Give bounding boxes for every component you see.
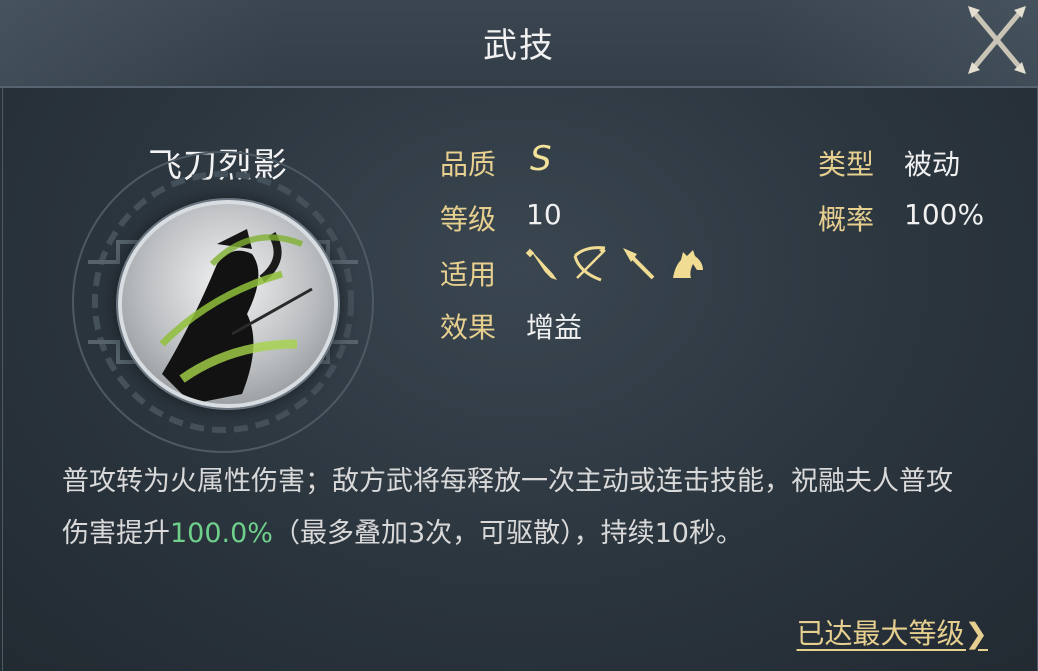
header-bar: 武技	[0, 0, 1038, 88]
max-level-link[interactable]: 已达最大等级❯	[797, 612, 988, 652]
chance-label: 概率	[818, 203, 875, 236]
quality-label: 品质	[440, 148, 497, 181]
effect-value: 增益	[526, 311, 583, 344]
skill-description: 普攻转为火属性伤害；敌方武将每释放一次主动或连击技能，祝融夫人普攻伤害提升100…	[62, 456, 962, 560]
horse-icon	[673, 250, 703, 278]
description-text-2: （最多叠加3次，可驱散），持续10秒。	[272, 518, 743, 549]
level-value: 10	[526, 198, 562, 231]
chance-value: 100%	[904, 198, 985, 231]
spear-icon	[623, 248, 655, 280]
effect-label: 效果	[440, 311, 497, 344]
skill-portrait-icon	[159, 229, 313, 404]
type-value: 被动	[904, 148, 961, 181]
applicable-icons	[523, 244, 707, 284]
description-highlight: 100.0%	[170, 518, 273, 549]
level-label: 等级	[440, 203, 497, 236]
bow-icon	[573, 246, 606, 282]
skill-icon-frame	[118, 200, 338, 408]
type-label: 类型	[818, 148, 875, 181]
applicable-label: 适用	[440, 258, 497, 291]
sword-icon	[525, 248, 557, 280]
quality-value: S	[530, 139, 552, 179]
close-button[interactable]	[962, 2, 1032, 78]
page-title: 武技	[483, 26, 555, 66]
close-icon	[968, 6, 1026, 74]
